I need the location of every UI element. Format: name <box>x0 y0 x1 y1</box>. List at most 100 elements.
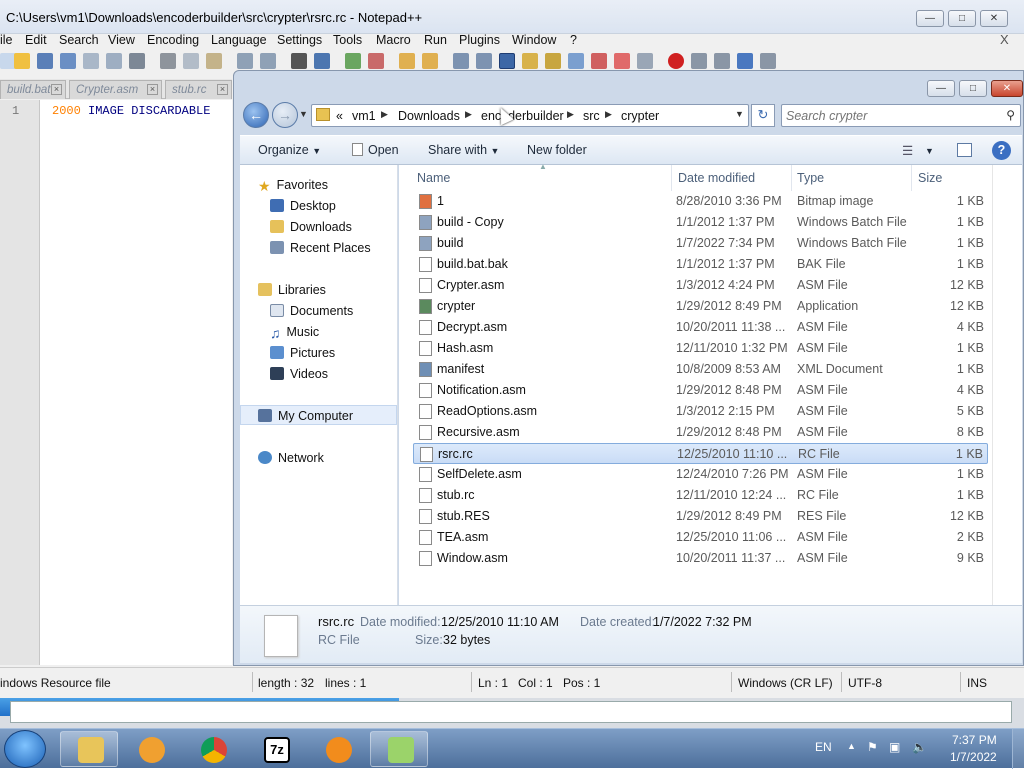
run-macro-multiple-icon[interactable] <box>737 53 753 69</box>
maximize-button[interactable]: □ <box>948 10 976 27</box>
menu-help[interactable]: ? <box>570 34 577 47</box>
column-date-modified[interactable]: Date modified <box>678 171 755 185</box>
menu-window[interactable]: Window <box>512 34 556 47</box>
file-row[interactable]: Crypter.asm 1/3/2012 4:24 PM ASM File 12 KB <box>413 275 988 296</box>
taskbar-search-tool[interactable] <box>308 731 366 767</box>
menu-encoding[interactable]: Encoding <box>147 34 199 47</box>
undo-icon[interactable] <box>237 53 253 69</box>
close-icon[interactable]: × <box>51 84 62 95</box>
nav-libraries[interactable]: Libraries <box>258 280 326 300</box>
action-center-icon[interactable]: ⚑ <box>867 740 878 754</box>
nav-desktop[interactable]: Desktop <box>270 196 336 216</box>
network-tray-icon[interactable]: ▣ <box>889 740 900 754</box>
language-indicator[interactable]: EN <box>815 740 832 754</box>
chevron-right-icon[interactable]: ▶ <box>567 109 574 120</box>
copy-icon[interactable] <box>183 53 199 69</box>
file-row[interactable]: TEA.asm 12/25/2010 11:06 ... ASM File 2 KB <box>413 527 988 548</box>
file-row[interactable]: build 1/7/2022 7:34 PM Windows Batch File 1… <box>413 233 988 254</box>
tray-expand-icon[interactable]: ▲ <box>847 741 856 751</box>
close-all-icon[interactable] <box>106 53 122 69</box>
zoom-in-icon[interactable] <box>345 53 361 69</box>
menu-plugins[interactable]: Plugins <box>459 34 500 47</box>
menu-settings[interactable]: Settings <box>277 34 322 47</box>
udl-icon[interactable] <box>522 53 538 69</box>
maximize-button[interactable]: □ <box>959 80 987 97</box>
menu-search[interactable]: Search <box>59 34 99 47</box>
preview-pane-icon[interactable] <box>957 143 972 157</box>
doc-map-icon[interactable] <box>545 53 561 69</box>
find-icon[interactable] <box>291 53 307 69</box>
vertical-scrollbar[interactable] <box>992 165 1022 605</box>
menu-macro[interactable]: Macro <box>376 34 411 47</box>
tab-crypter-asm[interactable]: Crypter.asm × <box>69 80 162 99</box>
file-row[interactable]: Window.asm 10/20/2011 11:37 ... ASM File 9 … <box>413 548 988 569</box>
minimize-button[interactable]: — <box>916 10 944 27</box>
paste-icon[interactable] <box>206 53 222 69</box>
column-type[interactable]: Type <box>797 171 824 185</box>
indent-guide-icon[interactable] <box>499 53 515 69</box>
recent-pages-dropdown-icon[interactable]: ▼ <box>299 109 308 119</box>
open-button[interactable]: Open <box>352 143 399 157</box>
tab-stub-rc[interactable]: stub.rc × <box>165 80 232 99</box>
file-row[interactable]: Decrypt.asm 10/20/2011 11:38 ... ASM File 4… <box>413 317 988 338</box>
search-box[interactable]: ⚲ <box>781 104 1021 127</box>
close-button[interactable]: ✕ <box>980 10 1008 27</box>
clock-time[interactable]: 7:37 PM <box>952 733 997 747</box>
menu-view[interactable]: View <box>108 34 135 47</box>
forward-button[interactable]: → <box>272 102 298 128</box>
monitor-icon[interactable] <box>614 53 630 69</box>
search-input[interactable] <box>786 107 996 124</box>
minimize-button[interactable]: — <box>927 80 955 97</box>
file-row[interactable]: stub.rc 12/11/2010 12:24 ... RC File 1 KB <box>413 485 988 506</box>
stop-macro-icon[interactable] <box>691 53 707 69</box>
chevron-down-icon[interactable]: ▼ <box>925 146 934 156</box>
view-options-icon[interactable]: ☰ <box>902 143 913 158</box>
view-icon[interactable] <box>637 53 653 69</box>
file-row[interactable]: manifest 10/8/2009 8:53 AM XML Document 1 K… <box>413 359 988 380</box>
file-row[interactable]: SelfDelete.asm 12/24/2010 7:26 PM ASM File… <box>413 464 988 485</box>
nav-recent-places[interactable]: Recent Places <box>270 238 371 258</box>
chevron-right-icon[interactable]: ▶ <box>605 109 612 120</box>
menu-language[interactable]: Language <box>211 34 267 47</box>
chevron-right-icon[interactable]: ▶ <box>381 109 388 120</box>
back-button[interactable]: ← <box>243 102 269 128</box>
nav-my-computer[interactable]: My Computer <box>240 405 397 425</box>
breadcrumb-overflow[interactable]: « <box>336 109 343 123</box>
volume-icon[interactable]: 🔈 <box>912 740 927 754</box>
replace-icon[interactable] <box>314 53 330 69</box>
close-button[interactable]: ✕ <box>991 80 1023 97</box>
record-macro-icon[interactable] <box>668 53 684 69</box>
taskbar-chrome[interactable] <box>183 731 241 767</box>
nav-music[interactable]: ♫ Music <box>270 322 319 342</box>
refresh-button[interactable]: ↻ <box>751 104 775 127</box>
file-row[interactable]: Recursive.asm 1/29/2012 8:48 PM ASM File 8 … <box>413 422 988 443</box>
file-row[interactable]: stub.RES 1/29/2012 8:49 PM RES File 12 KB <box>413 506 988 527</box>
sync-v-icon[interactable] <box>399 53 415 69</box>
file-row[interactable]: rsrc.rc 12/25/2010 11:10 ... RC File 1 KB <box>413 443 988 464</box>
chevron-right-icon[interactable]: ▶ <box>465 109 472 120</box>
column-name[interactable]: Name <box>417 171 450 185</box>
save-macro-icon[interactable] <box>760 53 776 69</box>
menu-tools[interactable]: Tools <box>333 34 362 47</box>
menu-edit[interactable]: Edit <box>25 34 47 47</box>
sync-h-icon[interactable] <box>422 53 438 69</box>
file-row[interactable]: ReadOptions.asm 1/3/2012 2:15 PM ASM File 5… <box>413 401 988 422</box>
column-size[interactable]: Size <box>918 171 942 185</box>
taskbar-media-player[interactable] <box>121 731 179 767</box>
menu-run[interactable]: Run <box>424 34 447 47</box>
function-list-icon[interactable] <box>568 53 584 69</box>
show-all-chars-icon[interactable] <box>476 53 492 69</box>
zoom-out-icon[interactable] <box>368 53 384 69</box>
save-all-icon[interactable] <box>60 53 76 69</box>
nav-pictures[interactable]: Pictures <box>270 343 335 363</box>
nav-documents[interactable]: Documents <box>270 301 353 321</box>
close-icon[interactable]: × <box>147 84 158 95</box>
code-editor[interactable]: 2000 IMAGE DISCARDABLE <box>40 100 232 665</box>
file-row[interactable]: build - Copy 1/1/2012 1:37 PM Windows Batc… <box>413 212 988 233</box>
file-row[interactable]: crypter 1/29/2012 8:49 PM Application 12 KB <box>413 296 988 317</box>
new-folder-button[interactable]: New folder <box>527 143 587 157</box>
file-row[interactable]: Notification.asm 1/29/2012 8:48 PM ASM Fil… <box>413 380 988 401</box>
file-row[interactable]: Hash.asm 12/11/2010 1:32 PM ASM File 1 KB <box>413 338 988 359</box>
print-icon[interactable] <box>129 53 145 69</box>
menu-close-document[interactable]: X <box>1000 33 1009 46</box>
